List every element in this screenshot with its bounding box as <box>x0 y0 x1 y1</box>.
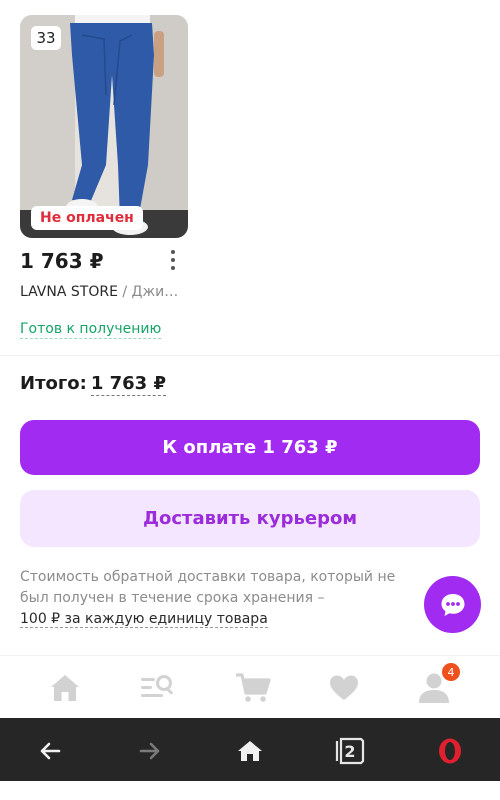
courier-delivery-button[interactable]: Доставить курьером <box>20 490 480 547</box>
cart-icon <box>236 673 271 702</box>
app-tab-bar <box>0 655 500 718</box>
profile-notification-badge: 4 <box>442 663 460 681</box>
note-text: Стоимость обратной доставки товара, кото… <box>20 569 396 606</box>
tab-cart[interactable] <box>231 668 275 708</box>
total-label: Итого: <box>20 373 87 394</box>
browser-home-button[interactable] <box>233 734 267 768</box>
more-options-icon[interactable] <box>164 248 182 272</box>
heart-icon <box>330 675 358 700</box>
tab-home[interactable] <box>43 668 87 708</box>
catalog-search-icon <box>141 675 173 697</box>
separator: / <box>117 284 132 300</box>
order-status[interactable]: Готов к получению <box>20 321 162 339</box>
payment-status-badge: Не оплачен <box>31 206 143 230</box>
seller-name: LAVNA STORE <box>20 284 118 300</box>
return-delivery-note: Стоимость обратной доставки товара, кото… <box>20 567 420 630</box>
divider <box>0 355 500 356</box>
browser-tabs-button[interactable]: 2 <box>333 734 367 768</box>
pay-button[interactable]: К оплате 1 763 ₽ <box>20 420 480 475</box>
order-total: Итого: 1 763 ₽ <box>20 373 166 396</box>
home-icon <box>238 741 262 761</box>
browser-forward-button[interactable] <box>133 734 167 768</box>
tabs-count: 2 <box>344 741 356 761</box>
opera-menu-button[interactable] <box>433 734 467 768</box>
note-link[interactable]: 100 ₽ за каждую единицу товара <box>20 611 268 628</box>
total-amount[interactable]: 1 763 ₽ <box>90 373 166 396</box>
opera-icon <box>439 738 461 764</box>
product-price: 1 763 ₽ <box>20 249 104 273</box>
chat-button[interactable] <box>424 576 481 633</box>
browser-toolbar: 2 <box>0 718 500 781</box>
tab-favorites[interactable] <box>322 668 366 708</box>
product-category: Джи… <box>131 284 179 300</box>
forward-arrow-icon <box>139 742 160 760</box>
seller-line[interactable]: LAVNA STORE / Джи… <box>20 284 192 300</box>
chat-icon <box>441 593 464 616</box>
quantity-badge: 33 <box>31 26 61 50</box>
browser-back-button[interactable] <box>33 734 67 768</box>
tab-catalog[interactable] <box>136 668 180 708</box>
product-card[interactable]: 33 Не оплачен <box>20 15 188 238</box>
back-arrow-icon <box>40 742 61 760</box>
bottom-strip <box>0 781 500 800</box>
home-icon <box>51 675 79 701</box>
